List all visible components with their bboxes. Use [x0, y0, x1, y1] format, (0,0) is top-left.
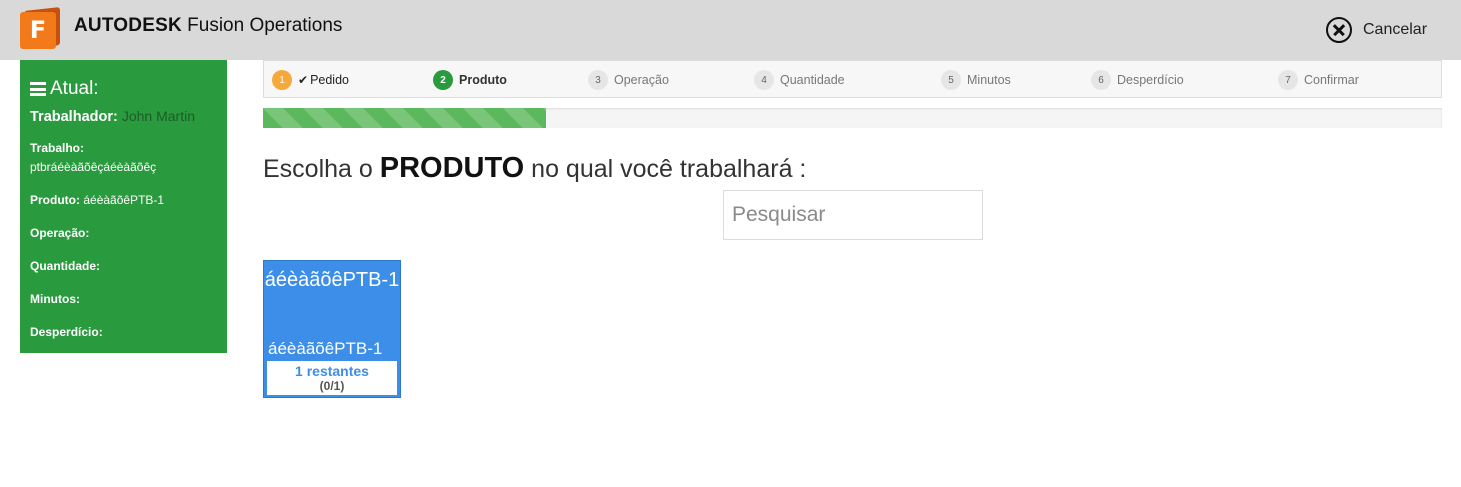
heading-keyword: PRODUTO — [379, 152, 525, 184]
step-order[interactable]: 1 ✔ Pedido — [272, 70, 349, 90]
product-remaining-box: 1 restantes (0/1) — [267, 361, 397, 395]
worker-row: Trabalhador: John Martin — [30, 108, 196, 125]
product-remaining: 1 restantes — [295, 363, 369, 379]
quantity-row: Quantidade: — [30, 259, 101, 273]
step-product[interactable]: 2 Produto — [433, 70, 507, 90]
brand-bold: AUTODESK — [74, 15, 182, 36]
step-waste: 6 Desperdício — [1091, 70, 1184, 90]
operation-row: Operação: — [30, 226, 90, 240]
product-tile[interactable]: áéèàãõêPTB-1 áéèàãõêPTB-1 1 restantes (0… — [263, 260, 401, 398]
wizard-steps: 1 ✔ Pedido 2 Produto 3 Operação 4 Quantidade … — [263, 60, 1442, 98]
product-count: (0/1) — [319, 379, 345, 393]
app-header: F AUTODESK Fusion Operations Cancelar — [0, 0, 1461, 60]
step-quantity: 4 Quantidade — [754, 70, 845, 90]
check-icon: ✔ — [298, 73, 309, 87]
step-operation: 3 Operação — [588, 70, 669, 90]
progress-bar-fill — [263, 108, 546, 128]
page-heading: Escolha o PRODUTO no qual você trabalhar… — [263, 152, 807, 184]
waste-row: Desperdício: — [30, 325, 103, 339]
brand-title: AUTODESK Fusion Operations — [74, 15, 342, 37]
fusion-logo-icon: F — [20, 7, 62, 49]
panel-title-label: Atual: — [50, 78, 99, 99]
panel-title: Atual: — [30, 78, 217, 100]
current-info-panel: Atual: Trabalhador: John Martin Trabalho… — [20, 60, 227, 353]
job-value: ptbráéèàãõêçáéèàãõêç — [30, 160, 157, 174]
product-row: Produto: áéèàãõêPTB-1 — [30, 193, 165, 207]
close-circle-icon — [1326, 17, 1352, 43]
job-row: Trabalho: ptbráéèàãõêçáéèàãõêç — [30, 141, 157, 174]
minutes-row: Minutos: — [30, 292, 80, 306]
progress-bar — [263, 108, 1442, 128]
menu-icon — [30, 82, 46, 96]
step-minutes: 5 Minutos — [941, 70, 1011, 90]
product-tile-name: áéèàãõêPTB-1 — [268, 339, 383, 358]
cancel-button[interactable]: Cancelar — [1326, 15, 1427, 45]
cancel-label: Cancelar — [1363, 21, 1428, 38]
search-input[interactable] — [723, 190, 983, 240]
logo-letter: F — [20, 12, 56, 49]
worker-value: John Martin — [121, 108, 196, 124]
brand-rest: Fusion Operations — [181, 15, 343, 36]
product-value: áéèàãõêPTB-1 — [83, 193, 165, 207]
step-confirm: 7 Confirmar — [1278, 70, 1359, 90]
product-tile-title: áéèàãõêPTB-1 — [264, 269, 400, 291]
